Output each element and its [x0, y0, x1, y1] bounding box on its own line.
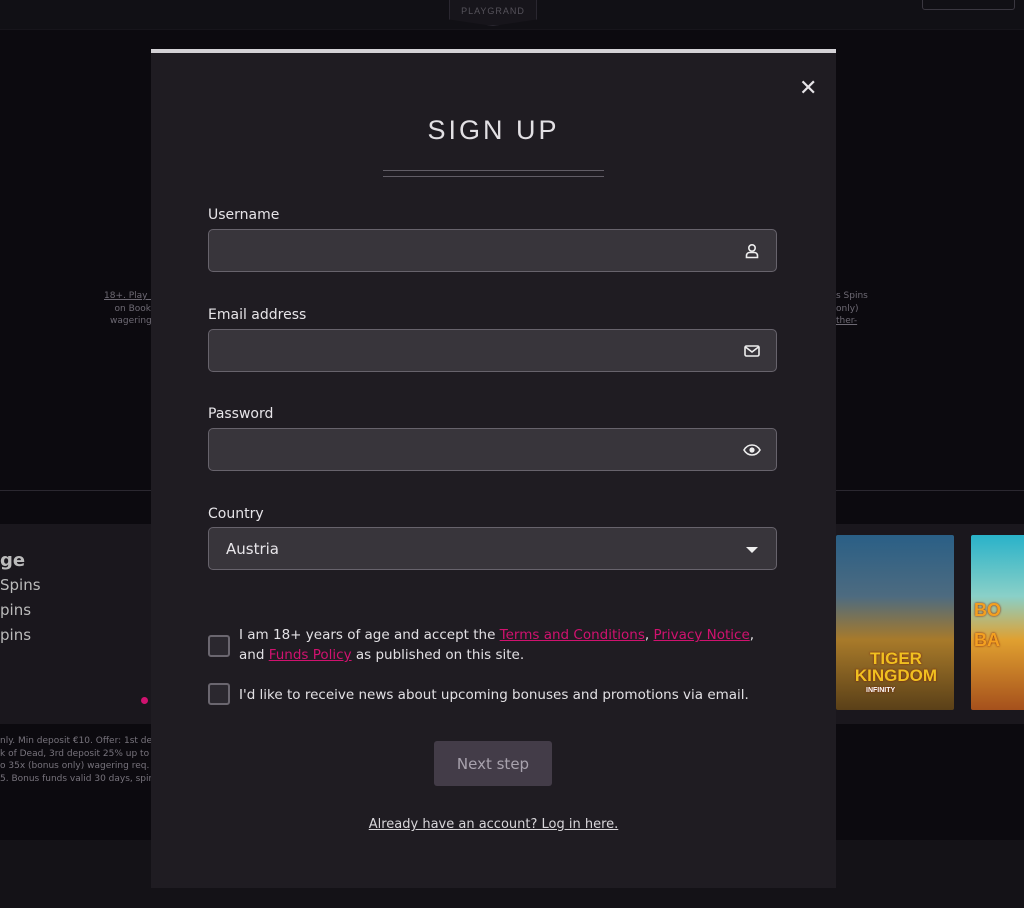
country-value: Austria — [226, 539, 279, 558]
email-input[interactable] — [208, 329, 777, 372]
fine-line: nly. Min deposit €10. Offer: 1st dep — [0, 736, 158, 746]
funds-policy-link[interactable]: Funds Policy — [269, 647, 352, 663]
fine-line: k of Dead, 3rd deposit 25% up to € — [0, 748, 158, 759]
fine-print: nly. Min deposit €10. Offer: 1st dep k o… — [0, 735, 159, 785]
promo-text: ge Spins pins pins — [0, 548, 41, 648]
caret-down-icon — [746, 547, 758, 553]
offer-line[interactable]: 18+. Play F — [104, 290, 151, 303]
game-title: BO BA — [974, 600, 1001, 650]
site-header: PLAYGRAND — [0, 0, 1024, 30]
offer-line[interactable]: ther- — [836, 315, 868, 328]
country-label: Country — [208, 506, 264, 522]
signup-modal: ✕ SIGN UP Username Email address Passwor… — [151, 49, 836, 888]
newsletter-checkbox[interactable] — [208, 683, 230, 705]
country-select[interactable]: Austria — [208, 527, 777, 570]
carousel-dot[interactable] — [141, 697, 148, 704]
game-title: TIGER KINGDOM — [854, 649, 938, 685]
modal-top-bar — [151, 49, 836, 53]
game-tile-tiger-kingdom[interactable]: TIGER KINGDOM INFINITY — [836, 535, 954, 710]
promo-line: Spins — [0, 576, 41, 594]
terms-link[interactable]: Terms and Conditions — [500, 627, 645, 643]
offer-text-right: s Spins only) ther- — [836, 290, 868, 328]
terms-checkbox[interactable] — [208, 635, 230, 657]
envelope-icon — [744, 345, 760, 357]
offer-line: s Spins — [836, 291, 868, 301]
eye-icon[interactable] — [743, 441, 761, 459]
fine-line: o 35x (bonus only) wagering req. C — [0, 761, 159, 771]
username-input[interactable] — [208, 229, 777, 272]
next-step-button[interactable]: Next step — [434, 741, 552, 786]
header-button[interactable] — [922, 0, 1015, 10]
title-rule — [383, 170, 604, 171]
promo-line: pins — [0, 601, 32, 619]
promo-line: pins — [0, 626, 32, 644]
game-tile[interactable]: BO BA — [971, 535, 1024, 710]
password-label: Password — [208, 406, 274, 422]
user-icon — [745, 243, 759, 259]
offer-line: on Book — [114, 303, 151, 314]
password-input[interactable] — [208, 428, 777, 471]
modal-title: SIGN UP — [427, 115, 560, 145]
terms-text: I am 18+ years of age and accept the Ter… — [239, 625, 769, 665]
login-link[interactable]: Already have an account? Log in here. — [151, 817, 836, 832]
terms-prefix: I am 18+ years of age and accept the — [239, 627, 500, 643]
terms-suffix: as published on this site. — [351, 647, 525, 663]
privacy-link[interactable]: Privacy Notice — [653, 627, 749, 643]
close-icon[interactable]: ✕ — [799, 76, 817, 101]
email-label: Email address — [208, 307, 307, 323]
offer-line: only) — [836, 303, 859, 314]
playgrand-logo[interactable]: PLAYGRAND — [449, 0, 537, 26]
offer-line: wagering — [110, 316, 151, 326]
title-rule — [383, 176, 604, 177]
username-label: Username — [208, 207, 280, 223]
game-subtitle: INFINITY — [866, 687, 896, 694]
fine-line: 5. Bonus funds valid 30 days, spins — [0, 773, 159, 784]
newsletter-text: I'd like to receive news about upcoming … — [239, 687, 749, 703]
promo-heading: ge — [0, 550, 26, 571]
offer-text-left: 18+. Play F on Book wagering — [104, 290, 151, 328]
